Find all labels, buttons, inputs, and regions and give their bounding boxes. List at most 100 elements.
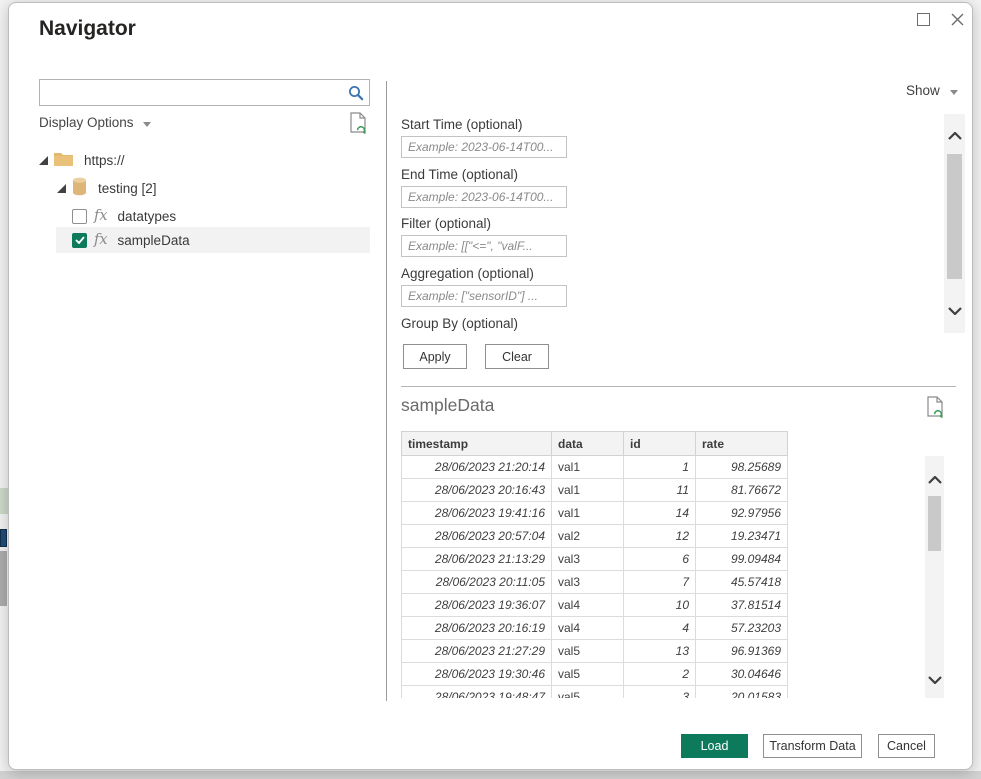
table-cell: 28/06/2023 21:13:29 <box>402 548 552 571</box>
show-dropdown[interactable]: Show <box>906 83 958 98</box>
maximize-icon[interactable] <box>917 13 930 26</box>
table-cell: 96.91369 <box>696 640 788 663</box>
refresh-preview-icon[interactable] <box>926 396 944 423</box>
column-header-timestamp[interactable]: timestamp <box>402 432 552 456</box>
triangle-expanded-icon[interactable] <box>39 153 48 168</box>
table-row[interactable]: 28/06/2023 20:16:43val11181.76672 <box>402 479 788 502</box>
load-button[interactable]: Load <box>681 734 748 758</box>
tree-node-datatypes[interactable]: fx datatypes <box>72 203 176 229</box>
tree-node-https[interactable]: https:// <box>39 147 125 173</box>
cancel-button[interactable]: Cancel <box>878 734 935 758</box>
table-row[interactable]: 28/06/2023 20:57:04val21219.23471 <box>402 525 788 548</box>
table-cell: 30.04646 <box>696 663 788 686</box>
table-cell: 99.09484 <box>696 548 788 571</box>
scrollbar-thumb[interactable] <box>928 496 941 551</box>
table-cell: 57.23203 <box>696 617 788 640</box>
table-cell: 92.97956 <box>696 502 788 525</box>
navigator-dialog: Navigator Display Options <box>8 2 973 770</box>
background-sliver-gray <box>0 551 7 606</box>
table-cell: val1 <box>552 502 624 525</box>
search-box <box>39 79 370 106</box>
column-header-id[interactable]: id <box>624 432 696 456</box>
table-row[interactable]: 28/06/2023 21:13:29val3699.09484 <box>402 548 788 571</box>
table-cell: 45.57418 <box>696 571 788 594</box>
scroll-down-icon[interactable] <box>925 676 944 684</box>
table-cell: 37.81514 <box>696 594 788 617</box>
table-cell: 28/06/2023 20:57:04 <box>402 525 552 548</box>
field-label-aggregation: Aggregation (optional) <box>401 266 534 281</box>
table-cell: val2 <box>552 525 624 548</box>
table-row[interactable]: 28/06/2023 20:11:05val3745.57418 <box>402 571 788 594</box>
table-cell: 28/06/2023 19:36:07 <box>402 594 552 617</box>
table-cell: 28/06/2023 21:27:29 <box>402 640 552 663</box>
table-row[interactable]: 28/06/2023 19:48:47val5320.01583 <box>402 686 788 699</box>
database-icon <box>72 177 87 199</box>
tree-node-testing[interactable]: testing [2] <box>57 175 157 201</box>
table-cell: val1 <box>552 479 624 502</box>
preview-title: sampleData <box>401 395 494 416</box>
transform-data-button[interactable]: Transform Data <box>763 734 862 758</box>
table-cell: 6 <box>624 548 696 571</box>
section-divider <box>401 386 956 387</box>
table-row[interactable]: 28/06/2023 19:30:46val5230.04646 <box>402 663 788 686</box>
table-cell: 28/06/2023 19:41:16 <box>402 502 552 525</box>
table-cell: 19.23471 <box>696 525 788 548</box>
filter-input[interactable] <box>401 235 567 257</box>
table-cell: 81.76672 <box>696 479 788 502</box>
apply-button[interactable]: Apply <box>403 344 467 369</box>
scrollbar-thumb[interactable] <box>947 154 962 279</box>
function-icon: fx <box>94 208 108 224</box>
table-row[interactable]: 28/06/2023 21:27:29val51396.91369 <box>402 640 788 663</box>
tree-node-sampledata[interactable]: fx sampleData <box>72 227 190 253</box>
table-cell: val5 <box>552 640 624 663</box>
scroll-down-icon[interactable] <box>944 307 965 315</box>
table-cell: val5 <box>552 686 624 699</box>
display-options-dropdown[interactable]: Display Options <box>39 115 151 130</box>
table-cell: 20.01583 <box>696 686 788 699</box>
table-row[interactable]: 28/06/2023 19:41:16val11492.97956 <box>402 502 788 525</box>
table-cell: val4 <box>552 617 624 640</box>
end-time-input[interactable] <box>401 186 567 208</box>
search-icon[interactable] <box>343 85 369 101</box>
display-options-label: Display Options <box>39 115 134 130</box>
field-label-group-by: Group By (optional) <box>401 316 518 331</box>
column-header-data[interactable]: data <box>552 432 624 456</box>
table-row[interactable]: 28/06/2023 19:36:07val41037.81514 <box>402 594 788 617</box>
search-input[interactable] <box>40 80 343 105</box>
refresh-tree-icon[interactable] <box>349 112 367 139</box>
aggregation-input[interactable] <box>401 285 567 307</box>
scroll-up-icon[interactable] <box>925 476 944 484</box>
table-row[interactable]: 28/06/2023 21:20:14val1198.25689 <box>402 456 788 479</box>
table-cell: 28/06/2023 20:16:19 <box>402 617 552 640</box>
table-cell: 11 <box>624 479 696 502</box>
table-cell: 13 <box>624 640 696 663</box>
table-row[interactable]: 28/06/2023 20:16:19val4457.23203 <box>402 617 788 640</box>
column-header-rate[interactable]: rate <box>696 432 788 456</box>
scroll-up-icon[interactable] <box>944 132 965 140</box>
table-cell: val1 <box>552 456 624 479</box>
tree-node-label: https:// <box>84 153 125 168</box>
table-cell: 98.25689 <box>696 456 788 479</box>
table-cell: val3 <box>552 571 624 594</box>
triangle-expanded-icon[interactable] <box>57 181 66 196</box>
tree-node-label: sampleData <box>118 233 190 248</box>
preview-table-body: 28/06/2023 21:20:14val1198.2568928/06/20… <box>402 456 788 699</box>
table-cell: 1 <box>624 456 696 479</box>
tree-node-label: testing [2] <box>98 181 157 196</box>
table-cell: 12 <box>624 525 696 548</box>
close-icon[interactable] <box>947 9 967 29</box>
clear-button[interactable]: Clear <box>485 344 549 369</box>
field-label-end-time: End Time (optional) <box>401 167 518 182</box>
show-label: Show <box>906 83 940 98</box>
table-cell: 28/06/2023 19:30:46 <box>402 663 552 686</box>
checkbox-unchecked[interactable] <box>72 209 87 224</box>
table-cell: 7 <box>624 571 696 594</box>
table-cell: 28/06/2023 20:16:43 <box>402 479 552 502</box>
start-time-input[interactable] <box>401 136 567 158</box>
table-cell: 28/06/2023 21:20:14 <box>402 456 552 479</box>
form-scrollbar[interactable] <box>944 114 965 333</box>
checkbox-checked[interactable] <box>72 233 87 248</box>
table-scrollbar[interactable] <box>925 456 944 698</box>
background-sliver-green <box>0 488 8 514</box>
folder-icon <box>54 151 73 169</box>
